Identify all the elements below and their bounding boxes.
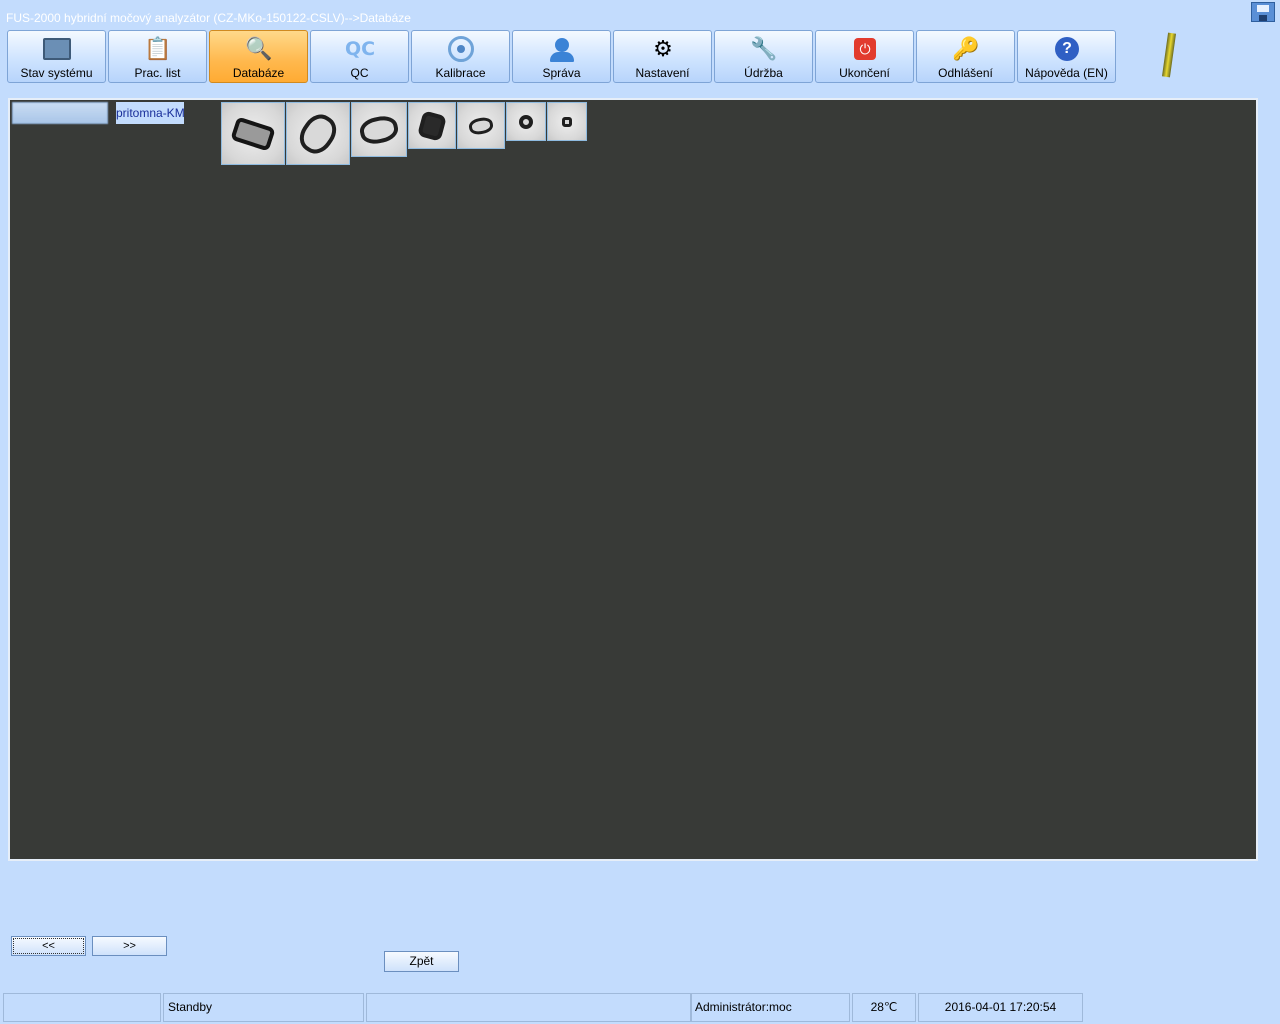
toolbar-button-label: Údržba (744, 66, 783, 80)
toolbar-button-label: Prac. list (134, 66, 181, 80)
particle-thumbnail[interactable] (457, 102, 505, 149)
particle-thumbnail[interactable] (286, 102, 350, 165)
back-button[interactable]: Zpět (384, 951, 459, 972)
worklist-icon: 📋 (144, 36, 172, 61)
toolbar-button-prac-list[interactable]: 📋 Prac. list (108, 30, 207, 83)
toolbar-button-label: Nápověda (EN) (1025, 66, 1108, 80)
toolbar-button-label: QC (350, 66, 369, 80)
help-icon: ? (1052, 34, 1082, 64)
status-cell-empty-2 (366, 993, 691, 1022)
toolbar-button-stav-systemu[interactable]: Stav systému (7, 30, 106, 83)
previous-page-button[interactable]: << (11, 936, 86, 956)
user-icon (547, 34, 577, 64)
toolbar-button-ukonceni[interactable]: ⏻ Ukončení (815, 30, 914, 83)
monitor-icon (42, 34, 72, 64)
particle-thumbnail[interactable] (221, 102, 285, 165)
toolbar-button-sprava[interactable]: Správa (512, 30, 611, 83)
keys-icon: 🔑 (952, 36, 980, 61)
toolbar-button-odhlaseni[interactable]: 🔑 Odhlášení (916, 30, 1015, 83)
main-toolbar: Stav systému 📋 Prac. list 🔍 Databáze QC … (7, 30, 1119, 83)
toolbar-button-label: Stav systému (20, 66, 93, 80)
status-user: Administrátor:moc (691, 993, 850, 1022)
viewer-tab-label[interactable]: pritomna-KM (116, 102, 184, 124)
toolbar-button-label: Odhlášení (938, 66, 993, 80)
toolbar-button-napoveda[interactable]: ? Nápověda (EN) (1017, 30, 1116, 83)
save-icon[interactable] (1251, 2, 1275, 22)
toolbar-button-kalibrace[interactable]: Kalibrace (411, 30, 510, 83)
next-page-button[interactable]: >> (92, 936, 167, 956)
toolbar-button-label: Databáze (232, 66, 285, 80)
toolbar-button-label: Nastavení (635, 66, 690, 80)
pencil-icon (1161, 32, 1177, 78)
magnifier-icon: 🔍 (245, 36, 273, 61)
image-viewer: pritomna-KM (8, 98, 1258, 861)
toolbar-button-label: Ukončení (839, 66, 890, 80)
toolbar-button-nastaveni[interactable]: ⚙ Nastavení (613, 30, 712, 83)
particle-thumbnail[interactable] (408, 102, 456, 149)
toolbar-button-label: Správa (542, 66, 581, 80)
power-icon: ⏻ (850, 34, 880, 64)
target-icon (446, 34, 476, 64)
gears-icon: ⚙ (653, 36, 673, 61)
viewer-tab-blurred[interactable] (12, 102, 108, 124)
toolbar-button-label: Kalibrace (435, 66, 486, 80)
status-cell-empty (3, 993, 161, 1022)
status-temperature: 28℃ (852, 993, 916, 1022)
status-datetime: 2016-04-01 17:20:54 (918, 993, 1083, 1022)
qc-icon: QC (344, 38, 376, 60)
status-state: Standby (163, 993, 364, 1022)
tools-icon: 🔧 (750, 36, 778, 61)
toolbar-button-databaze[interactable]: 🔍 Databáze (209, 30, 308, 83)
particle-thumbnail[interactable] (547, 102, 587, 141)
particle-thumbnail[interactable] (506, 102, 546, 141)
particle-thumbnail[interactable] (351, 102, 407, 157)
toolbar-button-udrzba[interactable]: 🔧 Údržba (714, 30, 813, 83)
status-bar: Standby Administrátor:moc 28℃ 2016-04-01… (0, 991, 1280, 1024)
toolbar-button-qc[interactable]: QC QC (310, 30, 409, 83)
window-title: FUS-2000 hybridní močový analyzátor (CZ-… (6, 11, 411, 25)
